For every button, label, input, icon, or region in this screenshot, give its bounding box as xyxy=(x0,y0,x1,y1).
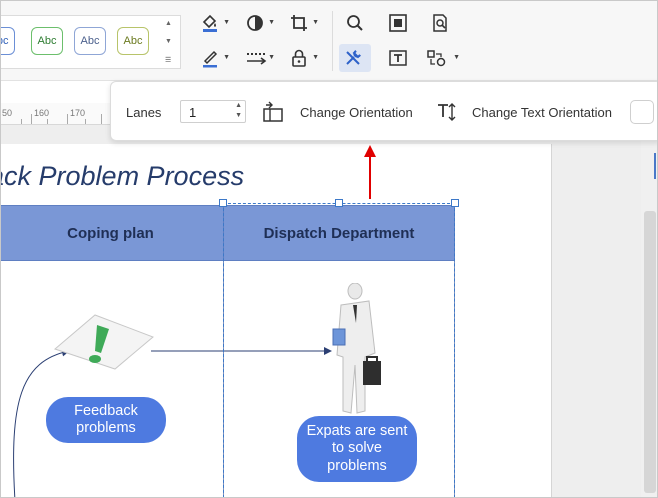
gallery-more-icon[interactable]: ☰ xyxy=(165,56,171,64)
resize-handle[interactable] xyxy=(219,199,227,207)
stepper-down-icon[interactable]: ▼ xyxy=(235,112,242,119)
style-gallery: Abc Abc Abc Abc ▲ ▼ ☰ xyxy=(1,15,181,70)
change-text-orientation-icon[interactable] xyxy=(435,101,457,123)
feedback-problems-shape[interactable]: Feedback problems xyxy=(46,397,166,443)
scroll-position-marker xyxy=(654,153,656,179)
swimlane-context-toolbar: Lanes 1 ▲ ▼ Change Orientation Change Te… xyxy=(110,81,657,141)
gallery-scroll[interactable]: ▲ ▼ ☰ xyxy=(160,16,180,70)
style-sample-4[interactable]: Abc xyxy=(117,27,149,55)
tools-icon xyxy=(346,50,361,65)
more-options-button[interactable] xyxy=(630,100,654,124)
lanes-count-stepper[interactable]: 1 ▲ ▼ xyxy=(180,100,246,123)
find-replace-icon xyxy=(433,14,447,32)
change-orientation-button[interactable]: Change Orientation xyxy=(300,105,413,120)
crop-icon xyxy=(291,15,307,31)
main-toolbar: Abc Abc Abc Abc ▲ ▼ ☰ ▼ ▼ xyxy=(1,1,657,81)
scrollbar-thumb[interactable] xyxy=(644,211,656,493)
tools-button[interactable] xyxy=(339,44,371,72)
search-button[interactable] xyxy=(341,9,375,37)
style-sample-1[interactable]: Abc xyxy=(1,27,15,55)
ruler-tick-label: 170 xyxy=(70,108,86,118)
resize-handle[interactable] xyxy=(451,199,459,207)
shape-transform-icon xyxy=(427,50,446,67)
shape-style-icon xyxy=(247,15,263,31)
gallery-up-icon[interactable]: ▲ xyxy=(165,20,172,27)
gallery-down-icon[interactable]: ▼ xyxy=(165,38,172,45)
fill-button[interactable]: ▼ xyxy=(196,9,230,37)
search-icon xyxy=(347,15,363,31)
resize-handle[interactable] xyxy=(335,199,343,207)
change-orientation-icon[interactable] xyxy=(262,101,284,123)
shape-transform-button[interactable]: ▼ xyxy=(422,44,460,72)
line-style-button[interactable]: ▼ xyxy=(241,44,275,72)
lock-button[interactable]: ▼ xyxy=(285,44,319,72)
lanes-label: Lanes xyxy=(126,105,162,120)
fill-icon xyxy=(202,14,217,32)
selection-box[interactable] xyxy=(223,203,455,497)
line-style-icon xyxy=(247,53,267,65)
toolbar-separator xyxy=(332,11,333,71)
warning-sheet-icon[interactable] xyxy=(53,313,157,371)
line-color-icon xyxy=(203,50,218,68)
stepper-up-icon[interactable]: ▲ xyxy=(235,102,242,109)
red-pointer-arrow xyxy=(364,145,376,199)
line-color-button[interactable]: ▼ xyxy=(196,44,230,72)
change-text-orientation-button[interactable]: Change Text Orientation xyxy=(472,105,612,120)
fit-page-icon xyxy=(389,14,407,32)
ruler-tick-label: 50 xyxy=(2,108,13,118)
style-sample-3[interactable]: Abc xyxy=(74,27,106,55)
text-box-icon xyxy=(389,50,407,66)
lock-icon xyxy=(292,49,306,67)
fit-page-button[interactable] xyxy=(384,9,418,37)
style-sample-2[interactable]: Abc xyxy=(31,27,63,55)
crop-button[interactable]: ▼ xyxy=(285,9,319,37)
app-window: Abc Abc Abc Abc ▲ ▼ ☰ ▼ ▼ xyxy=(0,0,658,498)
find-replace-button[interactable] xyxy=(426,9,460,37)
lanes-count-value[interactable]: 1 xyxy=(189,105,196,120)
shape-style-button[interactable]: ▼ xyxy=(241,9,275,37)
text-box-button[interactable] xyxy=(384,44,418,72)
ruler-tick-label: 160 xyxy=(34,108,50,118)
horizontal-ruler: 50 160 170 xyxy=(1,103,121,125)
